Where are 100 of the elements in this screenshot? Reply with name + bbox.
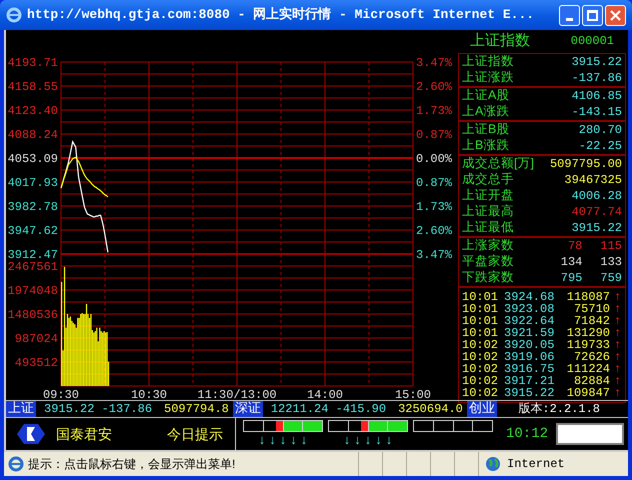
quote-label: 上证最低 <box>462 221 514 234</box>
quote-value: 280.70 <box>578 124 622 136</box>
price-axis-label: 3912.47 <box>8 248 58 260</box>
maximize-button[interactable] <box>582 4 603 26</box>
index-code: 000001 <box>570 33 614 50</box>
trade-volume: 75710 <box>572 302 610 314</box>
security-zone: Internet <box>507 456 565 473</box>
quote-value: 134 <box>560 256 582 268</box>
brand-name: 国泰君安 <box>56 424 112 444</box>
down-arrow: ↓ <box>386 432 392 448</box>
quote-value: -22.25 <box>578 140 622 152</box>
price-axis-label: 4193.71 <box>8 56 58 70</box>
trade-price: 3923.08 <box>504 302 556 314</box>
time-axis-label: 09:30 <box>43 388 79 400</box>
quote-label: 上证A股 <box>462 89 510 102</box>
quote-label: 平盘家数 <box>462 255 514 268</box>
clock-time: 10:12 <box>506 424 548 444</box>
trade-time: 10:02 <box>462 386 500 398</box>
volume-axis-label: 1974048 <box>8 284 58 298</box>
quote-value: 133 <box>600 256 622 268</box>
input-field[interactable] <box>556 423 624 445</box>
volume-axis-label: 987024 <box>14 332 58 346</box>
trade-volume: 119733 <box>566 338 610 350</box>
trade-volume: 82884 <box>572 374 610 386</box>
tips-link[interactable]: 今日提示 <box>167 424 223 444</box>
trade-time: 10:01 <box>462 290 500 302</box>
percent-axis-label: 3.47% <box>416 56 452 70</box>
trade-price: 3917.21 <box>504 374 556 386</box>
down-arrow: ↓ <box>269 432 276 448</box>
version-label: 版本:2.2.1.8 <box>518 401 600 418</box>
price-axis-label: 4158.55 <box>8 80 58 94</box>
quote-label: 下跌家数 <box>462 271 514 284</box>
quote-label: 成交总手 <box>462 173 514 186</box>
quote-label: 上证开盘 <box>462 189 514 202</box>
quote-value: 78 <box>568 240 582 252</box>
down-arrow: ↓ <box>300 432 308 448</box>
close-icon <box>610 10 621 20</box>
price-axis-label: 4123.40 <box>8 104 58 118</box>
market-turnover: 5097794.8 <box>164 401 229 418</box>
market-tab[interactable]: 深证 <box>232 401 263 417</box>
quote-value: 759 <box>600 272 622 284</box>
trade-volume: 71842 <box>572 314 610 326</box>
quote-label: 上证B股 <box>462 123 510 136</box>
percent-axis-label: 1.73% <box>416 104 452 118</box>
trade-price: 3924.68 <box>504 290 556 302</box>
trade-price: 3920.05 <box>504 338 556 350</box>
status-message: 提示：点击鼠标右键，会显示弹出菜单! <box>28 456 236 473</box>
up-arrow: ↑ <box>614 386 622 398</box>
time-axis-label: 14:00 <box>307 388 343 400</box>
volume-axis-label: 493512 <box>14 356 58 370</box>
quote-value: 795 <box>560 272 582 284</box>
window-title: http://webhq.gtja.com:8080 - 网上实时行情 - Microsoft Internet E... <box>27 6 534 24</box>
trade-time: 10:01 <box>462 302 500 314</box>
quote-value: 4106.85 <box>572 90 622 102</box>
trade-price: 3916.75 <box>504 362 556 374</box>
quote-label: 上证指数 <box>462 55 514 68</box>
trade-volume: 118087 <box>566 290 610 302</box>
trade-time: 10:01 <box>462 326 500 338</box>
quote-label: 上证最高 <box>462 205 514 218</box>
trade-time: 10:01 <box>462 314 500 326</box>
market-tab[interactable]: 创业 <box>466 401 497 417</box>
percent-axis-label: 3.47% <box>416 248 452 260</box>
close-button[interactable] <box>605 4 626 26</box>
quote-label: 上涨家数 <box>462 239 514 252</box>
percent-axis-label: 0.87% <box>416 176 452 190</box>
up-arrow: ↑ <box>614 314 622 326</box>
down-arrow: ↓ <box>375 432 382 448</box>
time-axis-label: 11:30/13:00 <box>197 388 277 400</box>
index-title: 上证指数 <box>470 31 530 51</box>
trade-time: 10:02 <box>462 350 500 362</box>
up-arrow: ↑ <box>614 326 622 338</box>
down-arrow: ↓ <box>290 432 297 448</box>
percent-axis-label: 1.73% <box>416 200 452 214</box>
down-arrow: ↓ <box>344 432 350 448</box>
trade-price: 3922.64 <box>504 314 556 326</box>
trade-volume: 131290 <box>566 326 610 338</box>
quote-value: 3915.22 <box>572 222 622 234</box>
up-arrow: ↑ <box>614 302 622 314</box>
price-axis-label: 3947.62 <box>8 224 58 238</box>
trade-time: 10:02 <box>462 374 500 386</box>
quote-value: 115 <box>600 240 622 252</box>
quote-value: 39467325 <box>564 174 622 186</box>
market-turnover: 3250694.0 <box>398 401 463 418</box>
trade-price: 3919.06 <box>504 350 556 362</box>
browser-icon <box>8 456 24 472</box>
trade-time: 10:02 <box>462 362 500 374</box>
minimize-button[interactable] <box>559 4 580 26</box>
up-arrow: ↑ <box>614 362 622 374</box>
percent-axis-label: 2.60% <box>416 80 452 94</box>
up-arrow: ↑ <box>614 338 622 350</box>
quote-value: -137.86 <box>572 72 622 84</box>
market-tab[interactable]: 上证 <box>6 401 36 417</box>
quote-label: 上A涨跌 <box>462 105 510 118</box>
price-axis-label: 4017.93 <box>8 176 58 190</box>
down-arrow: ↓ <box>280 432 286 448</box>
quote-label: 上B涨跌 <box>462 139 510 152</box>
down-arrow: ↓ <box>354 432 361 448</box>
trade-volume: 72626 <box>572 350 610 362</box>
quote-value: 4077.74 <box>572 206 622 218</box>
trade-time: 10:02 <box>462 338 500 350</box>
